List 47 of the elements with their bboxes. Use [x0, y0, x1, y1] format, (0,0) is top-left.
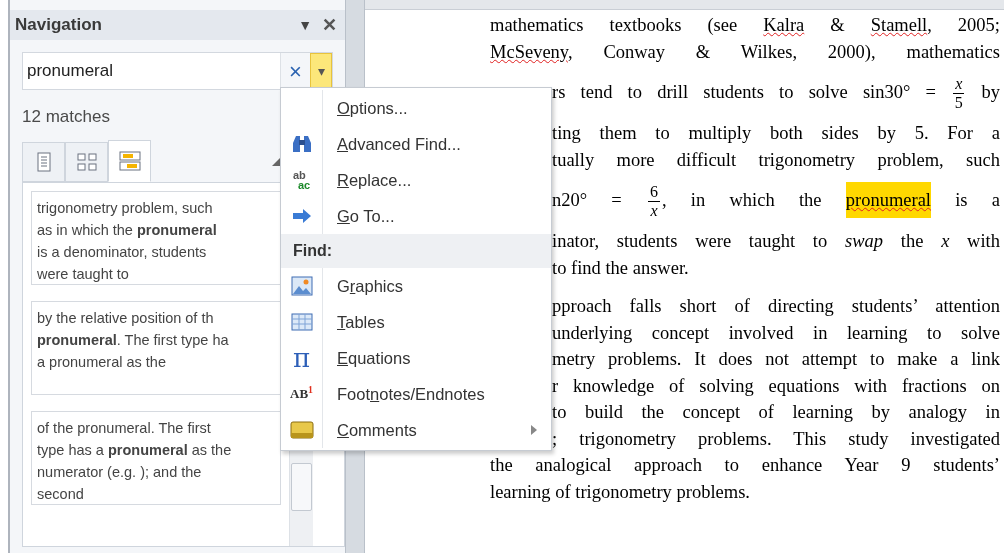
- close-button[interactable]: ✕: [322, 11, 337, 39]
- document-text-line: mathematics textbooks (see Kalra & Stamell, 2005;: [490, 14, 1000, 37]
- pane-menu-button[interactable]: ▼: [298, 14, 312, 36]
- menu-item[interactable]: Options...: [281, 90, 551, 126]
- highlighted-search-match: pronumeral: [845, 182, 931, 218]
- document-text-line: pproach falls short of directing students’ attention: [552, 295, 1000, 318]
- search-field[interactable]: pronumeral × ▾: [22, 52, 333, 90]
- document-text-line: metry problems. It does not attempt to make a link: [552, 348, 1000, 371]
- document-text-line: the analogical approach to enhance Year 9 students’: [490, 454, 1000, 477]
- result-snippet: by the relative position of th pronumeral. The first type ha a pronumeral as the: [37, 308, 230, 372]
- menu-item[interactable]: Comments: [281, 412, 551, 448]
- menu-item[interactable]: Graphics: [281, 268, 551, 304]
- document-text-line: to find the answer.: [552, 256, 690, 280]
- document-text-line: McSeveny, Conway & Wilkes, 2000), mathematics: [490, 40, 1000, 64]
- document-text-line: tually more difficult trigonometry problem, such: [552, 148, 1000, 172]
- menu-section-header: Find:: [281, 234, 551, 268]
- document-text-line: learning of trigonometry problems.: [490, 480, 751, 504]
- menu-item[interactable]: AB$^{1}$ Footnotes/Endnotes: [281, 376, 551, 412]
- document-text-line: r knowledge of solving equations with fractions on: [552, 374, 1000, 398]
- menu-item[interactable]: Advanced Find...: [281, 126, 551, 162]
- pane-title: Navigation: [15, 14, 102, 37]
- document-text: by: [980, 82, 1000, 102]
- search-result-card[interactable]: trigonometry problem, such as in which the pronumeral is a denominator, students were taught to: [31, 190, 281, 285]
- result-snippet: of the pronumeral. The first type has a pronumeral as the numerator (e.g. ); and the second: [37, 418, 233, 504]
- menu-item[interactable]: Tables: [281, 304, 551, 340]
- search-options-button[interactable]: ▾: [310, 53, 332, 89]
- menu-item[interactable]: ab ac Replace...: [281, 162, 551, 198]
- clear-search-button[interactable]: ×: [280, 53, 310, 89]
- document-text-line: inator, students were taught to swap the x with: [552, 230, 1000, 253]
- pi-icon: π: [292, 345, 311, 371]
- fraction: x 5: [953, 75, 965, 113]
- footnote-icon: AB$^{1}$: [290, 384, 313, 404]
- document-text-line: underlying concept involved in learning to solve: [552, 321, 1000, 345]
- document-text-line: to build the concept of learning by analogy in: [552, 401, 1000, 424]
- result-snippet: trigonometry problem, such as in which the pronumeral is a denominator, students were taught to: [37, 198, 218, 284]
- document-text-line: ting them to multiply both sides by 5. For a: [552, 122, 1000, 145]
- menu-item[interactable]: π Equations: [281, 340, 551, 376]
- search-result-card[interactable]: by the relative position of th pronumeral. The first type ha a pronumeral as the: [31, 300, 281, 395]
- search-result-card[interactable]: of the pronumeral. The first type has a pronumeral as the numerator (e.g. ); and the second: [31, 410, 281, 505]
- document-text: n20° =: [552, 190, 623, 210]
- fraction: 6 x: [648, 183, 660, 221]
- replace-icon: ab ac: [292, 170, 311, 190]
- document-text: is a: [954, 190, 1000, 210]
- document-text-line: ; trigonometry problems. This study investigated: [552, 427, 1000, 451]
- match-count: 12 matches: [22, 106, 111, 128]
- document-text: , in which the: [662, 190, 823, 210]
- document-text: rs tend to drill students to solve sin30° =: [552, 82, 937, 102]
